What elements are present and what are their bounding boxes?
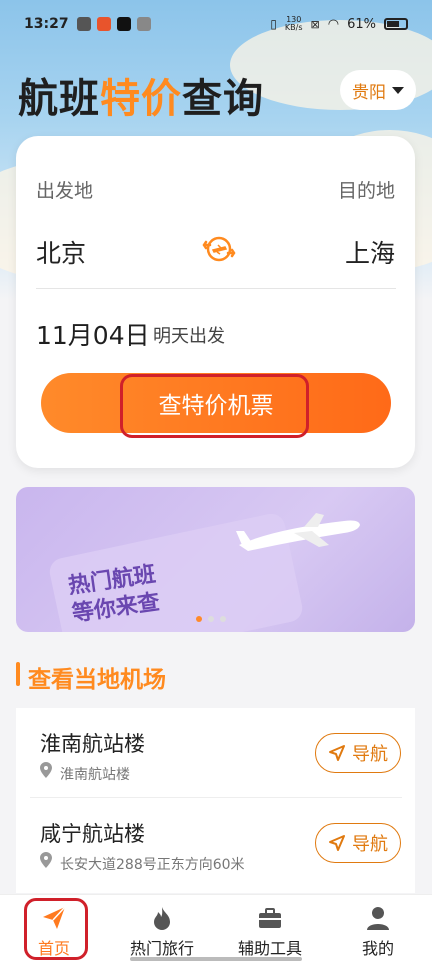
status-bar: 13:27 ▯ 130 KB/s ⊠ ◠ 61% [0,0,432,48]
section-title: 查看当地机场 [28,667,166,693]
airport-name: 咸宁航站楼 [40,822,145,846]
toolbox-icon [259,908,281,928]
airport-name: 淮南航站楼 [40,732,145,756]
search-flights-button[interactable]: 查特价机票 [41,373,391,433]
tab-label: 我的 [361,939,394,958]
airport-list: 淮南航站楼 淮南航站楼 导航 咸宁航站楼 长安大道288号正东方向60米 导航 [16,708,415,893]
paper-plane-icon [43,906,66,929]
pagination-dot [208,616,214,622]
tab-profile[interactable]: 我的 [324,895,432,964]
home-indicator [130,957,302,961]
to-city[interactable]: 上海 [345,234,395,270]
tab-hot-travel[interactable]: 热门旅行 [108,895,216,964]
chevron-down-icon [392,86,404,94]
flame-icon [154,907,170,930]
tab-home[interactable]: 首页 [0,895,108,964]
user-icon [367,907,389,930]
tab-label: 热门旅行 [129,939,194,958]
from-label: 出发地 [36,180,94,202]
location-pin-icon [40,852,52,868]
list-item[interactable]: 淮南航站楼 淮南航站楼 导航 [16,708,415,798]
wifi-icon: ◠ [327,16,340,32]
city-selector[interactable]: 贵阳 [340,70,416,110]
promo-banner[interactable]: 热门航班 等你来查 [16,487,415,632]
city-selector-label: 贵阳 [352,82,386,103]
departure-date-hint: 明天出发 [153,326,225,347]
sim-icon: ⊠ [310,17,320,31]
tab-label: 首页 [37,939,70,958]
bottom-tab-bar: 首页 热门旅行 辅助工具 我的 [0,894,432,964]
to-label: 目的地 [337,180,395,202]
section-accent-bar [16,662,20,686]
battery-percent: 61% [347,16,376,32]
navigate-button[interactable]: 导航 [315,823,401,863]
status-right: ▯ 130 KB/s ⊠ ◠ 61% [270,16,408,32]
divider [36,288,396,289]
battery-icon [384,18,408,30]
status-time: 13:27 [24,16,69,32]
banner-pagination [196,616,226,622]
navigate-label: 导航 [352,834,388,855]
navigate-label: 导航 [352,744,388,765]
swap-icon[interactable] [202,232,236,266]
navigation-arrow-icon [329,745,345,761]
notification-icons [76,17,151,31]
network-speed: 130 KB/s [284,15,303,32]
pagination-dot [220,616,226,622]
airport-address: 淮南航站楼 [60,767,130,783]
from-city[interactable]: 北京 [36,234,86,270]
flight-search-card: 出发地 目的地 北京 上海 11月04日 明天出发 查特价机票 [16,136,415,468]
vibrate-icon: ▯ [270,17,277,31]
tab-label: 辅助工具 [237,939,302,958]
departure-date[interactable]: 11月04日 [36,316,150,352]
list-item[interactable]: 咸宁航站楼 长安大道288号正东方向60米 导航 [16,798,415,888]
navigation-arrow-icon [329,835,345,851]
airport-address: 长安大道288号正东方向60米 [60,857,245,873]
pagination-dot-active [196,616,202,622]
tab-tools[interactable]: 辅助工具 [216,895,324,964]
location-pin-icon [40,762,52,778]
airplane-icon [236,513,360,551]
navigate-button[interactable]: 导航 [315,733,401,773]
page-title: 航班特价查询 [18,76,264,122]
